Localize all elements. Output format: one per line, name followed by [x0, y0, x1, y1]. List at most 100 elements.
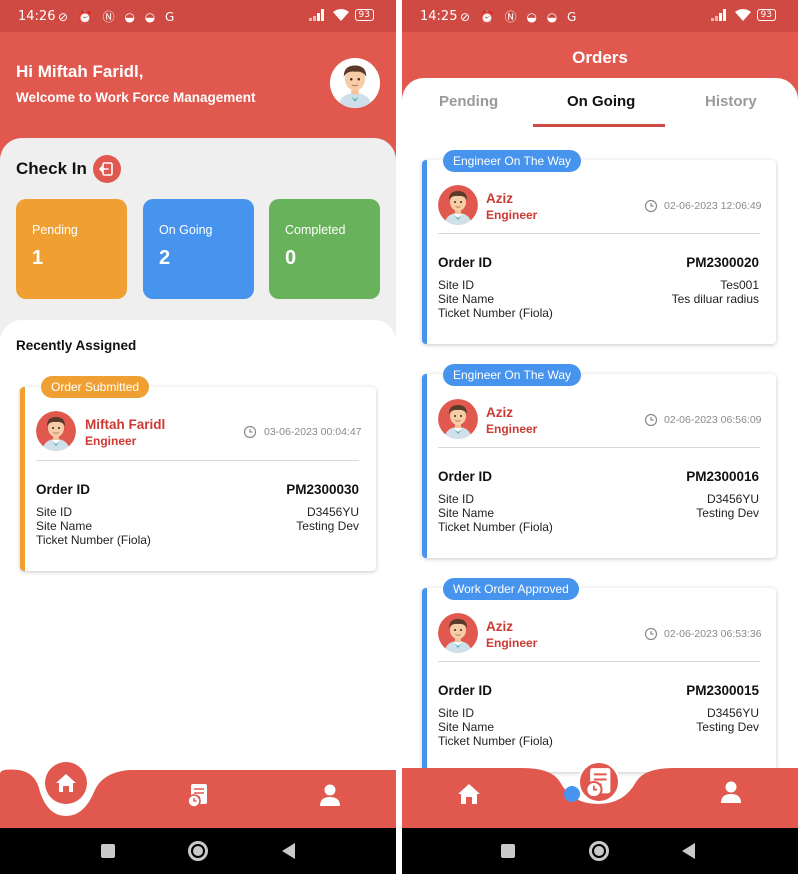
stat-value: 0	[285, 247, 297, 269]
status-badge: Engineer On The Way	[443, 150, 582, 172]
battery-icon: 93	[756, 9, 776, 21]
nav-orders-button[interactable]	[183, 780, 213, 810]
clock-icon	[243, 425, 257, 439]
ticket-number-label: Ticket Number (Fiola)	[438, 306, 553, 320]
clock-icon	[644, 413, 658, 427]
notification-icons: ⊘ ⏰ Ⓝ ◒ ◒ G	[460, 10, 580, 24]
engineer-avatar	[438, 399, 478, 439]
site-id-value: D3456YU	[306, 505, 359, 519]
recents-icon[interactable]	[501, 844, 515, 858]
stat-label: Pending	[32, 223, 78, 237]
tab-history[interactable]: History	[705, 93, 757, 110]
signal-icon	[710, 9, 729, 21]
active-tab-indicator	[533, 124, 665, 127]
engineer-avatar	[36, 411, 76, 451]
engineer-name: Aziz	[486, 405, 513, 420]
profile-icon	[320, 784, 340, 806]
card-accent-bar	[20, 387, 25, 571]
user-avatar[interactable]	[330, 58, 380, 108]
stat-on-going[interactable]: On Going 2	[143, 199, 254, 299]
order-id-label: Order ID	[438, 255, 493, 270]
engineer-avatar	[438, 613, 478, 653]
signal-icon	[308, 9, 327, 21]
status-badge: Order Submitted	[41, 376, 150, 398]
engineer-role: Engineer	[486, 636, 538, 650]
recent-order-card[interactable]: Miftah Faridl Engineer 03-06-2023 00:04:…	[20, 387, 376, 571]
system-navigation-bar	[402, 828, 798, 874]
nav-home-button[interactable]	[454, 779, 484, 809]
page-title: Orders	[572, 48, 628, 67]
stat-value: 1	[32, 247, 44, 269]
nav-profile-button[interactable]	[315, 780, 345, 810]
nav-profile-button[interactable]	[716, 777, 746, 807]
order-datetime: 03-06-2023 00:04:47	[264, 426, 362, 438]
tab-pending[interactable]: Pending	[439, 93, 498, 110]
order-id-label: Order ID	[36, 482, 91, 497]
card-accent-bar	[422, 160, 427, 344]
stat-label: On Going	[159, 223, 213, 237]
status-bar: 14:26 ⊘ ⏰ Ⓝ ◒ ◒ G 93	[0, 0, 396, 32]
order-card[interactable]: Aziz Engineer 02-06-2023 06:56:09 Order …	[422, 374, 776, 558]
check-in-panel: Check In Pending 1 On Going 2 Completed …	[0, 138, 396, 338]
site-id-label: Site ID	[36, 505, 73, 519]
site-id-value: Tes001	[720, 278, 759, 292]
check-in-button[interactable]	[93, 155, 121, 183]
clock-icon	[644, 627, 658, 641]
engineer-name: Aziz	[486, 619, 513, 634]
order-datetime: 02-06-2023 12:06:49	[664, 200, 762, 212]
stat-completed[interactable]: Completed 0	[269, 199, 380, 299]
nav-home-button[interactable]	[45, 762, 87, 804]
profile-icon	[721, 781, 741, 803]
orders-icon	[187, 784, 207, 808]
status-time: 14:26	[18, 9, 56, 24]
order-card[interactable]: Aziz Engineer 02-06-2023 12:06:49 Order …	[422, 160, 776, 344]
status-badge: Work Order Approved	[443, 578, 579, 600]
engineer-role: Engineer	[85, 434, 137, 448]
divider	[438, 233, 760, 234]
card-accent-bar	[422, 374, 427, 558]
site-name-label: Site Name	[438, 506, 495, 520]
order-datetime: 02-06-2023 06:53:36	[664, 628, 762, 640]
orders-icon	[585, 768, 611, 799]
site-name-value: Testing Dev	[696, 506, 759, 520]
site-name-label: Site Name	[438, 292, 495, 306]
engineer-role: Engineer	[486, 208, 538, 222]
ticket-number-label: Ticket Number (Fiola)	[438, 734, 553, 748]
status-badge: Engineer On The Way	[443, 364, 582, 386]
card-accent-bar	[422, 588, 427, 772]
recent-panel: Recently Assigned Miftah Faridl Engineer…	[0, 320, 396, 770]
home-system-icon[interactable]	[188, 841, 208, 861]
check-in-label: Check In	[16, 159, 87, 178]
system-navigation-bar	[0, 828, 396, 874]
site-id-value: D3456YU	[706, 706, 759, 720]
site-name-label: Site Name	[438, 720, 495, 734]
ticket-number-label: Ticket Number (Fiola)	[438, 520, 553, 534]
nav-orders-button[interactable]	[578, 761, 620, 803]
wifi-icon	[332, 9, 349, 21]
order-tabs: Pending On Going History	[402, 78, 798, 130]
battery-icon: 93	[354, 9, 374, 21]
back-icon[interactable]	[282, 843, 295, 859]
home-system-icon[interactable]	[589, 841, 609, 861]
stat-label: Completed	[285, 223, 346, 237]
status-bar: 14:25 ⊘ ⏰ Ⓝ ◒ ◒ G 93	[402, 0, 798, 32]
order-id-label: Order ID	[438, 469, 493, 484]
site-name-value: Tes diluar radius	[671, 292, 759, 306]
order-id-value: PM2300015	[686, 683, 759, 698]
divider	[36, 460, 359, 461]
recents-icon[interactable]	[101, 844, 115, 858]
orders-screen: 14:25 ⊘ ⏰ Ⓝ ◒ ◒ G 93 Orders Pending On G…	[402, 0, 798, 874]
order-id-value: PM2300016	[686, 469, 759, 484]
login-icon	[99, 162, 113, 176]
order-id-value: PM2300030	[286, 482, 359, 497]
site-name-value: Testing Dev	[296, 519, 359, 533]
wifi-icon	[734, 9, 751, 21]
order-id-label: Order ID	[438, 683, 493, 698]
tab-on-going[interactable]: On Going	[567, 93, 635, 110]
site-id-label: Site ID	[438, 706, 475, 720]
stat-pending[interactable]: Pending 1	[16, 199, 127, 299]
back-icon[interactable]	[682, 843, 695, 859]
recently-assigned-title: Recently Assigned	[16, 338, 137, 353]
order-card[interactable]: Aziz Engineer 02-06-2023 06:53:36 Order …	[422, 588, 776, 772]
engineer-role: Engineer	[486, 422, 538, 436]
